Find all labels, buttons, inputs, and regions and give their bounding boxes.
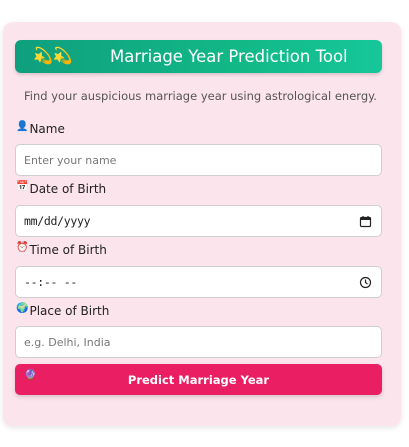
pob-input[interactable]: e.g. Delhi, India	[15, 326, 382, 358]
dizzy-star-icon: 💫💫	[33, 46, 73, 65]
name-label: 👤 Name	[16, 120, 65, 137]
alarm-clock-icon: ⏰	[16, 241, 29, 253]
tob-input[interactable]: --:-- --	[15, 266, 382, 298]
name-input[interactable]: Enter your name	[15, 144, 382, 176]
dob-label-text: Date of Birth	[29, 182, 107, 196]
dob-label: 📅 Date of Birth	[16, 180, 107, 197]
name-placeholder: Enter your name	[24, 153, 117, 167]
crystal-ball-icon: 🔮	[24, 370, 37, 381]
globe-icon: 🌍	[16, 302, 29, 314]
calendar-icon: 📅	[16, 180, 29, 192]
dob-value: mm/dd/yyyy	[24, 214, 91, 228]
predict-button-label: Predict Marriage Year	[127, 372, 270, 387]
pob-placeholder: e.g. Delhi, India	[24, 335, 111, 349]
tob-label-text: Time of Birth	[29, 243, 107, 257]
page-title: Marriage Year Prediction Tool	[110, 47, 348, 66]
tob-value: --:-- --	[24, 275, 77, 289]
name-label-text: Name	[29, 122, 65, 136]
subtitle: Find your auspicious marriage year using…	[24, 89, 377, 103]
person-icon: 👤	[16, 120, 29, 132]
dob-input[interactable]: mm/dd/yyyy	[15, 205, 382, 237]
pob-label: 🌍 Place of Birth	[16, 302, 110, 319]
calendar-picker-icon[interactable]	[359, 215, 372, 228]
header-banner: 💫💫 Marriage Year Prediction Tool	[15, 40, 382, 73]
tob-label: ⏰ Time of Birth	[16, 241, 107, 258]
clock-picker-icon[interactable]	[359, 276, 372, 289]
predict-button[interactable]: 🔮 Predict Marriage Year	[15, 364, 382, 395]
pob-label-text: Place of Birth	[29, 304, 110, 318]
